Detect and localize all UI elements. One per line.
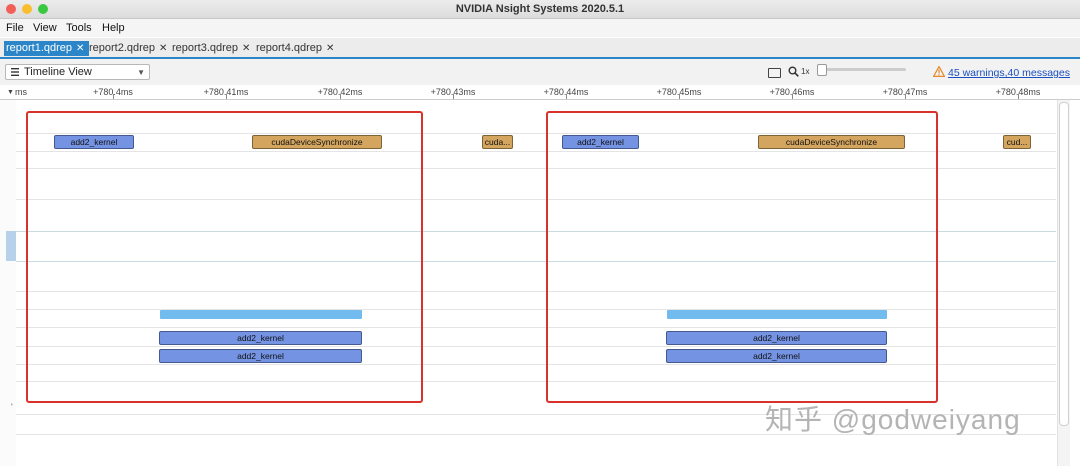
close-icon[interactable]: ✕ xyxy=(76,43,84,54)
zoom-level-label: 1x xyxy=(801,67,810,76)
list-icon xyxy=(11,68,19,76)
chevron-down-icon: ▼ xyxy=(137,68,145,77)
ruler-label: +780.47ms xyxy=(882,87,928,97)
ruler-label: +780.45ms xyxy=(656,87,702,97)
highlight-rectangle xyxy=(26,111,423,403)
tab-label: report4.qdrep xyxy=(256,42,323,54)
cuda-api-block[interactable]: cud... xyxy=(1003,135,1031,149)
menu-tools[interactable]: Tools xyxy=(66,19,92,37)
menu-help[interactable]: Help xyxy=(102,19,125,37)
menu-view[interactable]: View xyxy=(33,19,57,37)
zoom-slider[interactable] xyxy=(818,68,906,71)
close-icon[interactable]: ✕ xyxy=(326,43,334,54)
row-tick-mark: ' xyxy=(11,402,13,412)
warning-icon xyxy=(933,66,945,77)
ruler-label: +780.48ms xyxy=(995,87,1041,97)
window-title: NVIDIA Nsight Systems 2020.5.1 xyxy=(455,3,625,15)
ruler-leading-unit: ms xyxy=(15,87,27,97)
zoom-icon[interactable] xyxy=(788,66,799,77)
view-selector[interactable]: Timeline View ▼ xyxy=(5,64,150,80)
selected-row-marker[interactable] xyxy=(6,231,16,261)
zoom-slider-handle[interactable] xyxy=(817,64,827,76)
view-selector-label: Timeline View xyxy=(24,66,92,78)
ruler-label: +780.42ms xyxy=(317,87,363,97)
tab-label: report3.qdrep xyxy=(172,42,239,54)
warnings-link[interactable]: 45 warnings,40 messages xyxy=(948,67,1070,79)
report-tab-bar: report1.qdrep ✕ report2.qdrep ✕ report3.qd… xyxy=(0,38,1080,59)
toolbar: Timeline View ▼ xyxy=(0,59,1080,85)
scrollbar-thumb[interactable] xyxy=(1059,102,1069,426)
close-icon[interactable]: ✕ xyxy=(159,43,167,54)
ruler-label: +780.44ms xyxy=(543,87,589,97)
tab-report1[interactable]: report1.qdrep ✕ xyxy=(4,41,89,56)
tab-report3[interactable]: report3.qdrep ✕ xyxy=(170,41,254,56)
close-icon[interactable]: ✕ xyxy=(242,43,250,54)
ruler-label: +780.46ms xyxy=(769,87,815,97)
menu-file[interactable]: File xyxy=(6,19,24,37)
row-header-gutter xyxy=(0,100,17,466)
tab-label: report1.qdrep xyxy=(6,42,73,54)
highlight-rectangle xyxy=(546,111,938,403)
ruler-label: +780.43ms xyxy=(430,87,476,97)
tab-report2[interactable]: report2.qdrep ✕ xyxy=(87,41,171,56)
ruler-label: +780.4ms xyxy=(93,87,133,97)
keyboard-icon[interactable] xyxy=(768,68,781,78)
tab-report4[interactable]: report4.qdrep ✕ xyxy=(254,41,338,56)
tab-label: report2.qdrep xyxy=(89,42,156,54)
watermark: 知乎 @godweiyang xyxy=(765,404,1021,435)
cuda-api-block[interactable]: cuda... xyxy=(482,135,513,149)
ruler-label: +780.41ms xyxy=(203,87,249,97)
ruler-collapse-icon[interactable]: ▼ xyxy=(7,89,14,96)
menu-bar: File View Tools Help xyxy=(0,19,1080,37)
